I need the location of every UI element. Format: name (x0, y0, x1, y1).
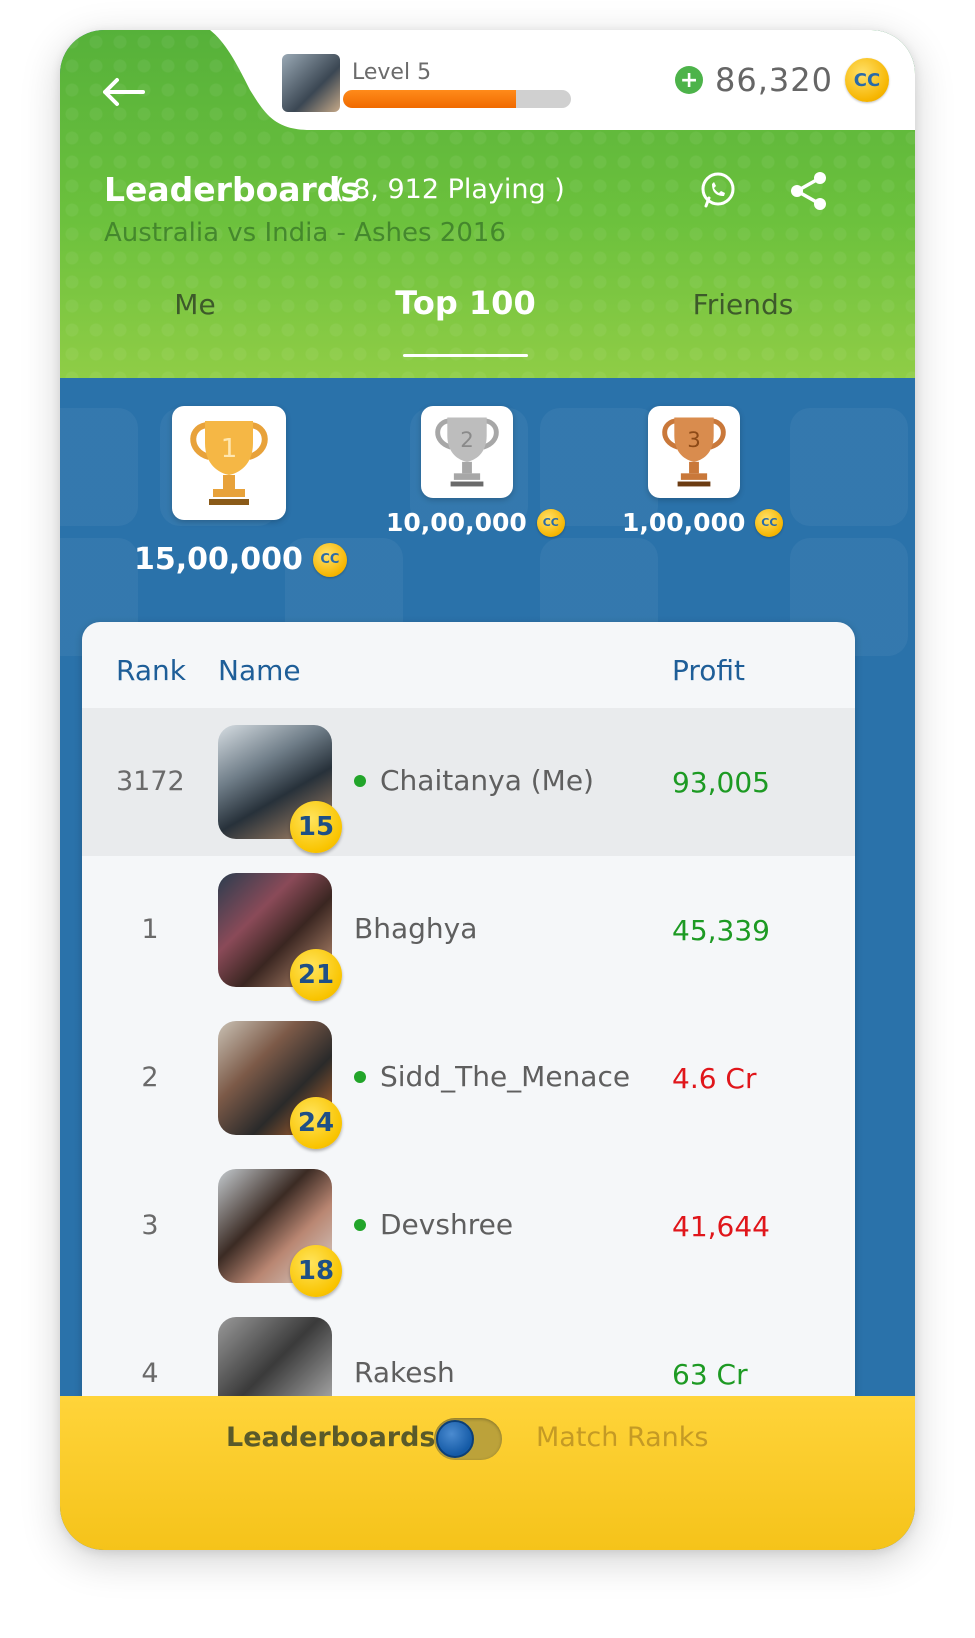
profit-value: 41,644 (672, 1210, 770, 1243)
player-name: Devshree (354, 1208, 513, 1241)
rank-value: 1 (141, 914, 159, 945)
table-row-me[interactable]: 3172 15 Chaitanya (Me) 93,005 (82, 708, 855, 856)
rank-value: 3172 (116, 766, 185, 797)
level-badge: 15 (290, 801, 342, 853)
share-icon (791, 172, 826, 210)
level-badge: 24 (290, 1097, 342, 1149)
second-place-trophy: 2 (421, 406, 513, 498)
rank-column-header[interactable]: Rank (116, 654, 186, 687)
leaderboard-header: Level 5 + 86,320 CC Leaderboards ( 8, 91… (60, 30, 915, 378)
level-badge: 21 (290, 949, 342, 1001)
whatsapp-share-button[interactable] (698, 170, 738, 210)
leaderboard-tabs: Me Top 100 Friends (60, 280, 915, 360)
app-screen: Level 5 + 86,320 CC Leaderboards ( 8, 91… (60, 30, 915, 1550)
svg-text:3: 3 (687, 428, 701, 453)
table-row[interactable]: 3 18 Devshree 41,644 (82, 1152, 855, 1300)
view-toggle-switch[interactable] (434, 1418, 502, 1460)
third-prize-amount: 1,00,000 CC (622, 508, 784, 537)
table-row[interactable]: 1 21 Bhaghya 45,339 (82, 856, 855, 1004)
rank-value: 4 (141, 1358, 159, 1389)
tab-me[interactable]: Me (160, 288, 230, 321)
toggle-knob[interactable] (436, 1420, 474, 1458)
player-name: Sidd_The_Menace (354, 1060, 630, 1093)
profit-value: 63 Cr (672, 1358, 748, 1391)
rank-value: 3 (141, 1210, 159, 1241)
level-progress-bar (343, 90, 571, 108)
player-name: Rakesh (354, 1356, 455, 1389)
cc-coin-icon: CC (536, 508, 565, 537)
coin-balance: 86,320 (715, 61, 833, 99)
cc-coin-icon: CC (845, 58, 889, 102)
avatar[interactable]: 21 (218, 873, 342, 1001)
level-label: Level 5 (352, 60, 432, 85)
match-subtitle: Australia vs India - Ashes 2016 (104, 218, 506, 248)
avatar[interactable]: 15 (218, 725, 342, 853)
whatsapp-icon (701, 172, 735, 208)
user-avatar[interactable] (282, 54, 340, 112)
second-prize-amount: 10,00,000 CC (386, 508, 565, 537)
profit-value: 93,005 (672, 766, 770, 799)
playing-count: ( 8, 912 Playing ) (334, 174, 565, 205)
online-status-icon (354, 1218, 366, 1231)
add-coins-icon[interactable]: + (675, 66, 704, 94)
avatar[interactable]: 18 (218, 1169, 342, 1297)
avatar[interactable]: 24 (218, 1021, 342, 1149)
name-column-header[interactable]: Name (218, 654, 301, 687)
first-prize-amount: 15,00,000 CC (134, 542, 347, 577)
first-place-trophy: 1 (172, 406, 286, 520)
leaderboard-table: Rank Name Profit 3172 15 Chaitanya (Me) … (82, 622, 855, 1482)
third-place-trophy: 3 (648, 406, 740, 498)
tab-friends[interactable]: Friends (678, 288, 808, 321)
back-button[interactable] (98, 72, 148, 112)
tab-top-100[interactable]: Top 100 (378, 284, 553, 322)
player-name: Bhaghya (354, 912, 478, 945)
table-row[interactable]: 2 24 Sidd_The_Menace 4.6 Cr (82, 1004, 855, 1152)
cc-coin-icon: CC (312, 542, 347, 577)
leaderboards-toggle-label[interactable]: Leaderboards (226, 1422, 436, 1453)
level-badge: 18 (290, 1245, 342, 1297)
share-button[interactable] (788, 170, 830, 212)
cc-coin-icon: CC (755, 508, 784, 537)
player-name: Chaitanya (Me) (354, 764, 594, 797)
back-arrow-icon (103, 78, 145, 106)
match-ranks-toggle-label[interactable]: Match Ranks (536, 1422, 709, 1453)
coin-balance-group[interactable]: + 86,320 CC (675, 58, 889, 102)
svg-text:2: 2 (460, 428, 474, 453)
svg-text:1: 1 (221, 434, 238, 464)
bottom-toggle-bar: Leaderboards Match Ranks (60, 1396, 915, 1550)
gold-trophy-icon: 1 (190, 421, 268, 505)
active-tab-indicator (403, 354, 528, 357)
level-progress-fill (343, 90, 517, 108)
page-title: Leaderboards (104, 170, 361, 209)
silver-trophy-icon: 2 (435, 417, 499, 487)
profit-value: 4.6 Cr (672, 1062, 757, 1095)
profit-column-header[interactable]: Profit (672, 654, 745, 687)
online-status-icon (354, 774, 366, 787)
rank-value: 2 (141, 1062, 159, 1093)
profit-value: 45,339 (672, 914, 770, 947)
bronze-trophy-icon: 3 (662, 417, 726, 487)
online-status-icon (354, 1070, 366, 1083)
